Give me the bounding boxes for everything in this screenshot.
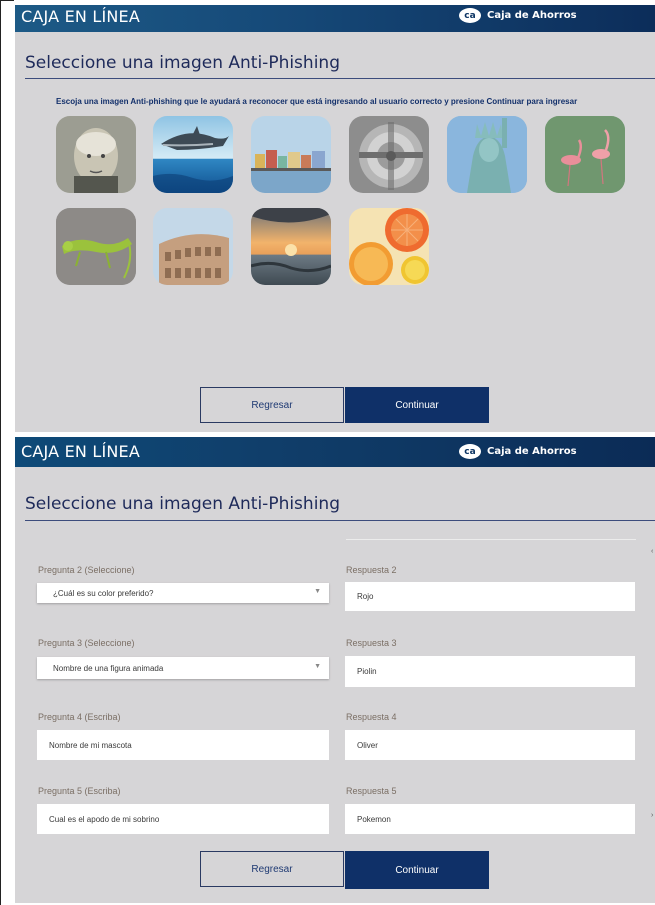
bank-logo: ca Caja de Ahorros — [459, 444, 577, 459]
portrait-engraving-image[interactable] — [56, 116, 136, 193]
app-title: CAJA EN LÍNEA — [21, 7, 141, 26]
anti-phishing-image-screen: CAJA EN LÍNEA ca Caja de Ahorros Selecci… — [15, 5, 655, 432]
question-4-field[interactable]: Nombre de mi mascota — [37, 730, 329, 760]
chevron-down-icon: ▼ — [314, 588, 321, 595]
dolphin-image[interactable] — [153, 116, 233, 193]
title-divider — [25, 520, 655, 521]
question-3-label: Pregunta 3 (Seleccione) — [38, 638, 135, 648]
bank-logo-text: Caja de Ahorros — [487, 446, 577, 457]
answer-5-label: Respuesta 5 — [346, 786, 397, 796]
security-questions-screen: CAJA EN LÍNEA ca Caja de Ahorros Selecci… — [15, 437, 655, 903]
bank-logo-text: Caja de Ahorros — [487, 10, 577, 21]
question-3-selected-value: Nombre de una figura animada — [53, 663, 164, 673]
harbor-houses-image[interactable] — [251, 116, 331, 193]
answer-2-label: Respuesta 2 — [346, 565, 397, 575]
question-5-field[interactable]: Cual es el apodo de mi sobrino — [37, 804, 329, 834]
bank-logo: ca Caja de Ahorros — [459, 8, 577, 23]
scroll-down-icon[interactable]: › — [651, 812, 653, 819]
page-title: Seleccione una imagen Anti-Phishing — [25, 494, 340, 514]
question-2-selected-value: ¿Cuál es su color preferido? — [53, 588, 154, 598]
answer-3-field[interactable]: Piolin — [345, 656, 635, 687]
question-2-select[interactable]: ¿Cuál es su color preferido? ▼ — [37, 583, 329, 603]
citrus-slices-image[interactable] — [349, 208, 429, 285]
sunset-sea-image[interactable] — [251, 208, 331, 285]
question-2-label: Pregunta 2 (Seleccione) — [38, 565, 135, 575]
screenshot-composite: CAJA EN LÍNEA ca Caja de Ahorros Selecci… — [0, 0, 655, 905]
instruction-text: Escoja una imagen Anti-phishing que le a… — [56, 97, 578, 106]
brand-header-bar: CAJA EN LÍNEA ca Caja de Ahorros — [15, 5, 655, 32]
title-divider — [25, 78, 655, 79]
answer-4-field[interactable]: Oliver — [345, 730, 635, 760]
question-5-label: Pregunta 5 (Escriba) — [38, 786, 121, 796]
form-top-divider — [346, 539, 636, 540]
flamingos-image[interactable] — [545, 116, 625, 193]
back-button[interactable]: Regresar — [200, 387, 344, 423]
iguana-image[interactable] — [56, 208, 136, 285]
page-title: Seleccione una imagen Anti-Phishing — [25, 53, 340, 73]
app-title: CAJA EN LÍNEA — [21, 442, 141, 461]
question-4-label: Pregunta 4 (Escriba) — [38, 712, 121, 722]
colosseum-image[interactable] — [153, 208, 233, 285]
answer-2-field[interactable]: Rojo — [345, 582, 635, 611]
bank-logo-icon: ca — [459, 8, 481, 23]
back-button[interactable]: Regresar — [200, 851, 344, 887]
continue-button[interactable]: Continuar — [345, 851, 489, 889]
chevron-down-icon: ▼ — [314, 663, 321, 670]
question-3-select[interactable]: Nombre de una figura animada ▼ — [37, 657, 329, 679]
scroll-up-icon[interactable]: ‹ — [651, 548, 653, 555]
continue-button[interactable]: Continuar — [345, 387, 489, 423]
bank-logo-icon: ca — [459, 444, 481, 459]
statue-of-liberty-image[interactable] — [447, 116, 527, 193]
answer-4-label: Respuesta 4 — [346, 712, 397, 722]
brand-header-bar: CAJA EN LÍNEA ca Caja de Ahorros — [15, 437, 655, 467]
left-border-line — [0, 0, 1, 905]
bank-vault-image[interactable] — [349, 116, 429, 193]
answer-5-field[interactable]: Pokemon — [345, 804, 635, 834]
answer-3-label: Respuesta 3 — [346, 638, 397, 648]
top-border-line — [0, 0, 14, 1]
